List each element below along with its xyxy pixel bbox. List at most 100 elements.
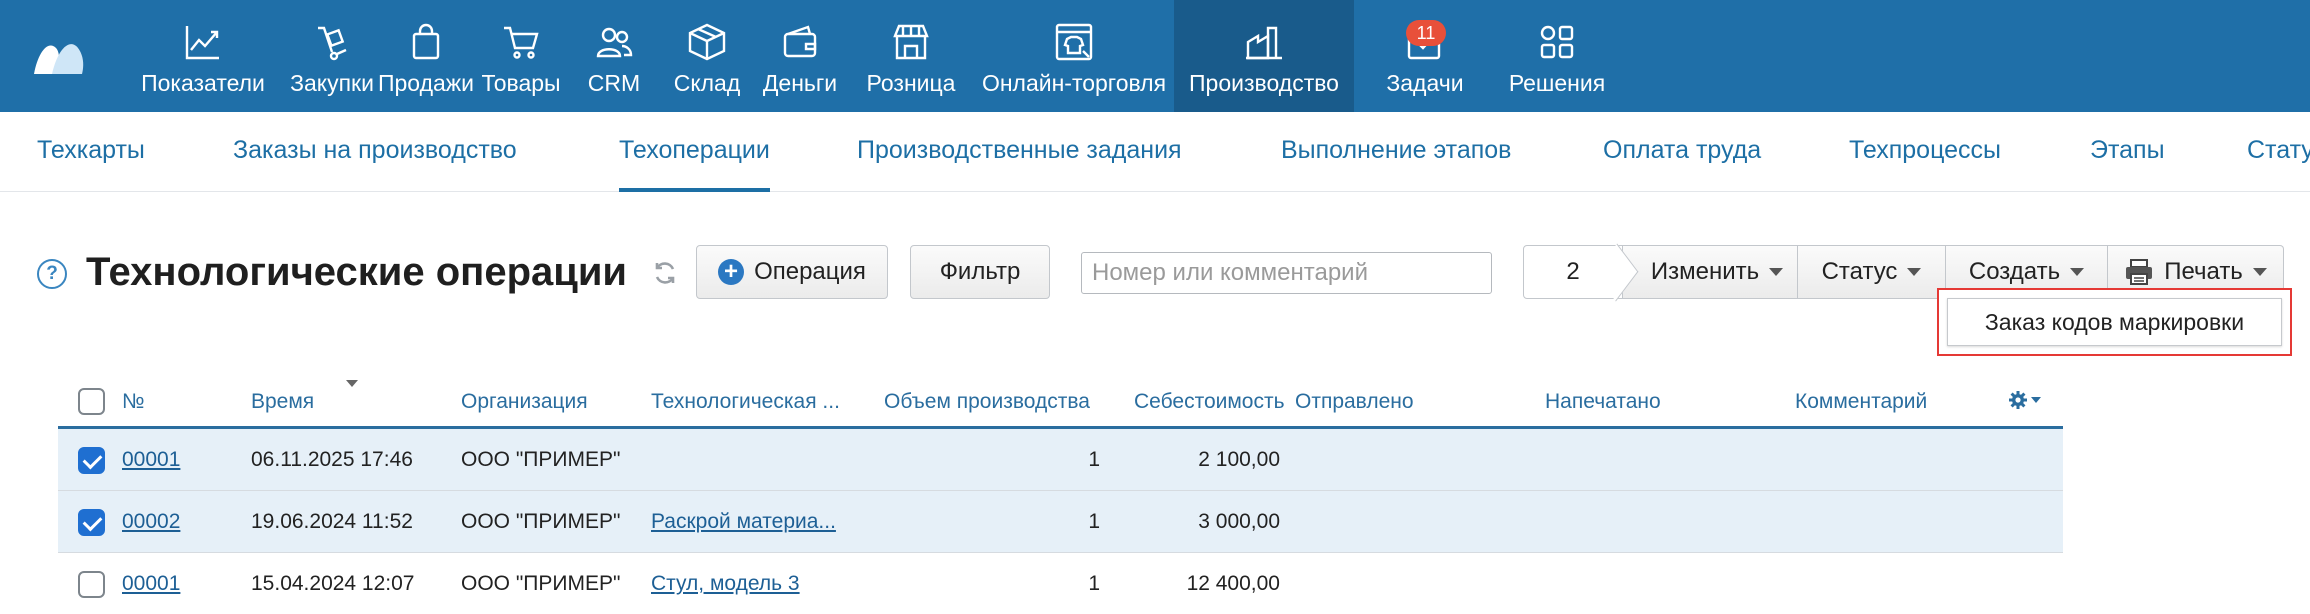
nav-item-sales[interactable]: Продажи — [376, 0, 476, 112]
online-shop-icon — [1055, 23, 1093, 61]
shopping-cart-icon — [504, 26, 539, 59]
nav-item-purchases[interactable]: Закупки — [288, 0, 376, 112]
chevron-down-icon — [1907, 268, 1922, 276]
row-time: 06.11.2025 17:46 — [251, 448, 413, 471]
row-number-link[interactable]: 00002 — [122, 491, 180, 553]
table-row[interactable]: 00001 15.04.2024 12:07 ООО "ПРИМЕР" Стул… — [58, 553, 2063, 614]
nav-item-label: Производство — [1189, 70, 1339, 96]
column-comment[interactable]: Комментарий — [1795, 390, 1927, 414]
chevron-down-icon — [1769, 268, 1784, 276]
row-checkbox[interactable] — [78, 571, 105, 598]
tab-techprocesses[interactable]: Техпроцессы — [1849, 112, 2001, 192]
add-operation-label: Операция — [754, 258, 866, 285]
nav-item-label: Закупки — [290, 70, 374, 96]
tab-production-orders[interactable]: Заказы на производство — [233, 112, 517, 192]
tab-statuses[interactable]: Стату — [2247, 112, 2310, 192]
column-techcard[interactable]: Технологическая ... — [651, 390, 840, 414]
tab-techoperations[interactable]: Техоперации — [619, 112, 770, 192]
status-button[interactable]: Статус — [1798, 245, 1946, 299]
nav-item-label: Решения — [1508, 70, 1606, 96]
nav-item-tasks[interactable]: 11 Задачи — [1354, 0, 1496, 112]
row-organization: ООО "ПРИМЕР" — [461, 448, 621, 471]
column-organization[interactable]: Организация — [461, 390, 588, 414]
add-operation-button[interactable]: + Операция — [696, 245, 888, 299]
nav-item-money[interactable]: Деньги — [752, 0, 848, 112]
table-header: № Время Организация Технологическая ... … — [58, 372, 2063, 429]
selected-count-value: 2 — [1566, 258, 1580, 285]
column-number[interactable]: № — [122, 390, 145, 414]
tab-stages[interactable]: Этапы — [2090, 112, 2165, 192]
top-navigation: Показатели Закупки Продажи Товары CRM Ск… — [0, 0, 2310, 112]
print-label: Печать — [2164, 258, 2243, 285]
operations-table: № Время Организация Технологическая ... … — [58, 372, 2063, 614]
table-row[interactable]: 00002 19.06.2024 11:52 ООО "ПРИМЕР" Раск… — [58, 491, 2063, 553]
factory-icon — [1246, 26, 1282, 60]
nav-item-production[interactable]: Производство — [1174, 0, 1354, 112]
columns-settings[interactable] — [2008, 390, 2041, 410]
apps-grid-icon — [1540, 25, 1574, 59]
filter-button[interactable]: Фильтр — [910, 245, 1050, 299]
page-title: Технологические операции — [86, 250, 628, 294]
wallet-icon — [783, 25, 817, 58]
box-icon — [688, 23, 726, 61]
nav-item-label: CRM — [587, 70, 641, 96]
chevron-down-icon — [2031, 397, 2041, 403]
status-label: Статус — [1821, 258, 1898, 285]
gear-icon — [2009, 391, 2027, 409]
refresh-icon[interactable] — [652, 260, 678, 291]
nav-item-indicators[interactable]: Показатели — [118, 0, 288, 112]
shopping-bag-icon — [412, 23, 440, 60]
table-row[interactable]: 00001 06.11.2025 17:46 ООО "ПРИМЕР" 1 2 … — [58, 429, 2063, 491]
nav-item-crm[interactable]: CRM — [566, 0, 662, 112]
row-checkbox[interactable] — [78, 509, 105, 536]
nav-item-products[interactable]: Товары — [476, 0, 566, 112]
tab-labor-payment[interactable]: Оплата труда — [1603, 112, 1761, 192]
row-techcard-link[interactable]: Раскрой материа... — [651, 491, 836, 553]
tab-stage-execution[interactable]: Выполнение этапов — [1281, 112, 1511, 192]
row-volume: 1 — [1088, 572, 1100, 595]
row-number-link[interactable]: 00001 — [122, 429, 180, 491]
printer-icon — [2126, 259, 2153, 285]
row-organization: ООО "ПРИМЕР" — [461, 510, 621, 533]
search-input[interactable] — [1081, 252, 1492, 294]
chart-line-icon — [185, 26, 219, 60]
production-subnav: Техкарты Заказы на производство Техопера… — [0, 112, 2310, 192]
create-label: Создать — [1968, 258, 2061, 285]
row-organization: ООО "ПРИМЕР" — [461, 572, 621, 595]
menu-item-marking-codes-order[interactable]: Заказ кодов маркировки — [1947, 298, 2282, 346]
column-printed[interactable]: Напечатано — [1545, 390, 1661, 414]
create-dropdown-menu: Заказ кодов маркировки — [1937, 288, 2292, 356]
app-logo[interactable] — [0, 0, 118, 112]
row-volume: 1 — [1088, 448, 1100, 471]
plus-icon: + — [718, 259, 745, 285]
row-number-link[interactable]: 00001 — [122, 553, 180, 614]
column-time[interactable]: Время — [251, 390, 314, 414]
nav-item-label: Продажи — [377, 70, 475, 96]
nav-item-solutions[interactable]: Решения — [1496, 0, 1618, 112]
tab-techcards[interactable]: Техкарты — [37, 112, 145, 192]
select-all-checkbox[interactable] — [78, 388, 105, 415]
row-time: 15.04.2024 12:07 — [251, 572, 415, 595]
column-cost[interactable]: Себестоимость — [1134, 390, 1285, 414]
logo-icon — [34, 44, 84, 74]
store-icon — [893, 24, 929, 60]
nav-item-label: Деньги — [762, 70, 838, 96]
row-volume: 1 — [1088, 510, 1100, 533]
change-button[interactable]: Изменить — [1623, 245, 1798, 299]
column-volume[interactable]: Объем производства — [884, 390, 1090, 414]
tab-production-tasks[interactable]: Производственные задания — [857, 112, 1182, 192]
help-icon[interactable]: ? — [37, 259, 67, 289]
nav-item-label: Розница — [866, 70, 956, 96]
row-checkbox[interactable] — [78, 447, 105, 474]
users-icon — [596, 27, 633, 58]
row-cost: 2 100,00 — [1198, 448, 1280, 471]
row-cost: 12 400,00 — [1186, 572, 1280, 595]
row-techcard-link[interactable]: Стул, модель 3 — [651, 553, 800, 614]
column-sent[interactable]: Отправлено — [1295, 390, 1414, 414]
nav-item-retail[interactable]: Розница — [848, 0, 974, 112]
nav-item-online-trade[interactable]: Онлайн-торговля — [974, 0, 1174, 112]
change-label: Изменить — [1650, 258, 1760, 285]
nav-item-warehouse[interactable]: Склад — [662, 0, 752, 112]
row-time: 19.06.2024 11:52 — [251, 510, 413, 533]
sort-desc-icon — [346, 380, 358, 387]
